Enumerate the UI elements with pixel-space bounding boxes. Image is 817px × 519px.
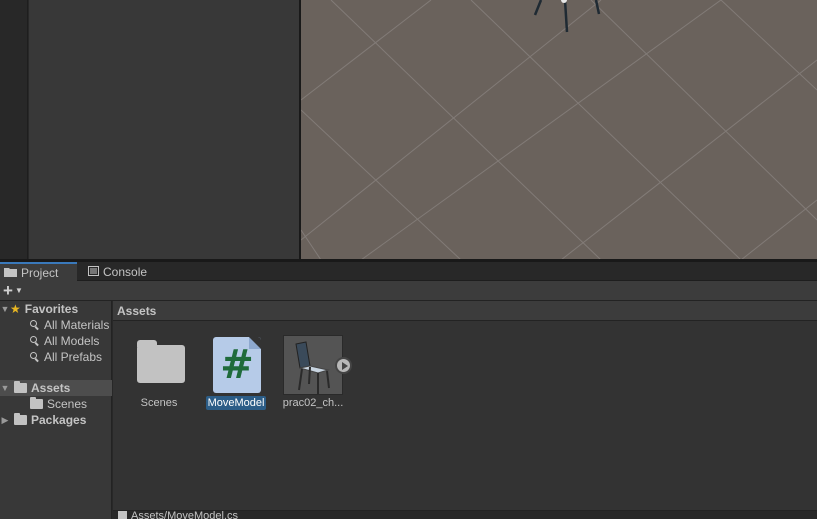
breadcrumb: Assets (113, 301, 817, 321)
top-area (0, 0, 817, 260)
asset-thumbnail: # (206, 335, 266, 395)
asset-thumbnail (283, 335, 352, 395)
tree-item-all-prefabs[interactable]: All Prefabs (0, 349, 112, 365)
console-icon (88, 265, 99, 279)
asset-thumbnail (129, 335, 189, 395)
tab-label: Console (103, 264, 148, 279)
hierarchy-panel[interactable] (29, 0, 299, 260)
csharp-script-icon: # (213, 337, 261, 393)
chevron-down-icon: ▼ (14, 286, 23, 295)
plus-icon: + (3, 281, 13, 300)
unity-editor: Project Console + ▼ ▼ ★ Favorites All Ma… (0, 0, 817, 519)
tree-item-label: Favorites (24, 302, 79, 316)
breadcrumb-label[interactable]: Assets (117, 304, 156, 318)
asset-item-scenes[interactable]: Scenes (119, 335, 199, 415)
asset-item-movemodel[interactable]: # MoveModel (196, 335, 276, 415)
star-icon: ★ (10, 302, 21, 316)
tree-item-all-models[interactable]: All Models (0, 333, 112, 349)
tree-item-all-materials[interactable]: All Materials (0, 317, 112, 333)
asset-browser[interactable]: Assets Scenes # MoveModel prac02_ch... (113, 301, 817, 519)
status-bar: Assets/MoveModel.cs (113, 510, 817, 519)
folder-icon (14, 413, 27, 425)
tree-item-packages[interactable]: ▶ Packages (0, 412, 112, 428)
tree-item-label: Scenes (47, 397, 88, 411)
tab-project[interactable]: Project (0, 262, 77, 281)
tab-bar: Project Console (0, 262, 817, 281)
expand-arrow-icon[interactable]: ▶ (0, 415, 10, 426)
selected-asset-path: Assets/MoveModel.cs (131, 510, 238, 519)
project-toolbar: + ▼ (0, 281, 817, 301)
asset-item-prac02-chair[interactable]: prac02_ch... (273, 335, 353, 415)
tree-item-assets[interactable]: ▼ Assets (0, 380, 112, 396)
scene-view[interactable] (301, 0, 817, 260)
folder-icon (137, 340, 185, 383)
tree-item-label: All Materials (44, 318, 110, 332)
script-file-icon (118, 511, 127, 519)
folder-icon (4, 266, 17, 280)
asset-label: MoveModel (205, 396, 267, 410)
tree-item-favorites[interactable]: ▼ ★ Favorites (0, 301, 112, 317)
search-icon (30, 320, 40, 330)
expand-arrow-icon[interactable]: ▼ (0, 304, 10, 314)
asset-label: prac02_ch... (282, 397, 344, 409)
tree-item-label: Assets (31, 381, 71, 395)
side-toolbar (0, 0, 28, 260)
folder-open-icon (14, 381, 27, 393)
scene-grid (301, 0, 817, 260)
add-asset-button[interactable]: + ▼ (3, 282, 29, 299)
chair-model-preview (283, 335, 343, 395)
folder-icon (30, 397, 43, 409)
tree-item-label: Packages (31, 413, 87, 427)
tree-item-label: All Models (44, 334, 100, 348)
tree-item-label: All Prefabs (44, 350, 103, 364)
tab-console[interactable]: Console (84, 262, 154, 281)
search-icon (30, 336, 40, 346)
tree-item-scenes[interactable]: Scenes (0, 396, 112, 412)
play-icon[interactable] (335, 357, 352, 374)
project-folder-tree: ▼ ★ Favorites All Materials All Models A… (0, 301, 112, 519)
asset-label: Scenes (140, 397, 178, 409)
chair-model (533, 0, 601, 33)
expand-arrow-icon[interactable]: ▼ (0, 383, 10, 393)
search-icon (30, 352, 40, 362)
tab-label: Project (21, 265, 59, 280)
